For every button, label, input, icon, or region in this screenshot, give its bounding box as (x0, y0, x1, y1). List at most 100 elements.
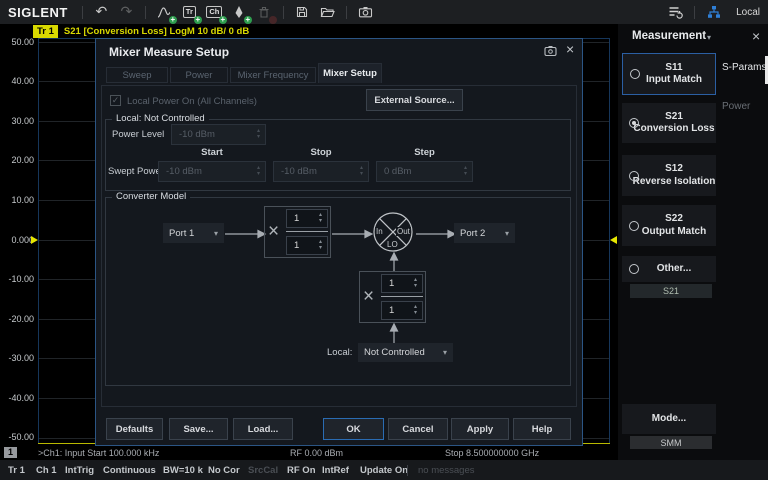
tab-s-params[interactable]: S-Params (722, 62, 766, 73)
status-sweep-mode[interactable]: Continuous (103, 465, 156, 476)
add-trace-icon[interactable]: Tr (179, 2, 200, 22)
defaults-button[interactable]: Defaults (106, 418, 163, 440)
lo-multiplier-denominator-spinner[interactable]: 1 (381, 301, 423, 320)
y-axis-tick: -20.00 (2, 314, 34, 324)
tab-sweep[interactable]: Sweep (106, 67, 168, 83)
status-update[interactable]: Update On (360, 465, 408, 476)
sweep-start-status: >Ch1: Input Start 100.000 kHz (38, 448, 159, 458)
y-axis-tick: 0.000 (2, 235, 34, 245)
cancel-button[interactable]: Cancel (388, 418, 448, 440)
port2-dropdown[interactable]: Port 2 (454, 223, 515, 243)
dialog-screenshot-icon[interactable] (544, 45, 557, 57)
spinner-chevrons-icon[interactable] (409, 278, 422, 289)
spinner-chevrons-icon[interactable] (314, 240, 327, 251)
y-axis-tick: 50.00 (2, 37, 34, 47)
app-screen: SIGLENT Tr Ch (0, 0, 768, 480)
start-column-header: Start (158, 147, 266, 158)
power-level-spinner[interactable]: -10 dBm (171, 124, 266, 145)
chevron-down-icon[interactable] (707, 33, 711, 42)
chevron-down-icon (214, 229, 218, 238)
system-menu-icon[interactable] (665, 2, 686, 22)
toolbar-separator (145, 6, 146, 19)
chevron-down-icon (443, 348, 447, 357)
multiply-icon (268, 222, 279, 241)
trace-format-label[interactable]: S21 [Conversion Loss] LogM 10 dB/ 0 dB (64, 26, 249, 37)
port1-dropdown[interactable]: Port 1 (163, 223, 224, 243)
channel-badge[interactable]: 1 (4, 447, 17, 458)
disabled-badge-icon (269, 16, 277, 24)
local-power-checkbox[interactable] (110, 95, 121, 106)
add-marker-icon[interactable] (229, 2, 250, 22)
swept-power-step-spinner[interactable]: 0 dBm (376, 161, 473, 182)
tab-mixer-setup[interactable]: Mixer Setup (318, 63, 382, 83)
radio-icon (629, 264, 639, 274)
converter-model-title: Converter Model (112, 191, 190, 202)
status-rf[interactable]: RF On (287, 465, 316, 476)
save-icon[interactable] (292, 2, 313, 22)
status-reference[interactable]: IntRef (322, 465, 349, 476)
y-axis-tick: 20.00 (2, 155, 34, 165)
dialog-close-icon[interactable] (566, 42, 574, 56)
add-badge-icon (244, 16, 252, 24)
add-channel-icon[interactable]: Ch (204, 2, 225, 22)
y-axis-tick: 30.00 (2, 116, 34, 126)
spinner-chevrons-icon[interactable] (355, 166, 368, 177)
local-mode-button[interactable]: Local (736, 7, 760, 18)
load-button[interactable]: Load... (233, 418, 293, 440)
sidebar-item-s21[interactable]: S21Conversion Loss (622, 103, 716, 143)
external-source-button[interactable]: External Source... (366, 89, 463, 111)
status-bandwidth[interactable]: BW=10 k (163, 465, 203, 476)
tab-power-sidebar[interactable]: Power (722, 101, 750, 112)
status-channel[interactable]: Ch 1 (36, 465, 57, 476)
bottom-status-bar: Tr 1 Ch 1 IntTrig Continuous BW=10 k No … (0, 460, 768, 480)
status-srccal[interactable]: SrcCal (248, 465, 278, 476)
toolbar-separator (346, 6, 347, 19)
fraction-line (381, 296, 423, 297)
delete-trash-icon[interactable] (254, 2, 275, 22)
tab-power[interactable]: Power (170, 67, 228, 83)
y-axis-tick: -40.00 (2, 393, 34, 403)
tab-mixer-frequency[interactable]: Mixer Frequency (230, 67, 316, 83)
spinner-chevrons-icon[interactable] (459, 166, 472, 177)
mixer-in-label: In (375, 227, 384, 236)
spinner-chevrons-icon[interactable] (252, 166, 265, 177)
help-button[interactable]: Help (513, 418, 571, 440)
network-icon[interactable] (703, 2, 724, 22)
sidebar-item-other[interactable]: Other... (622, 256, 716, 282)
chevron-down-icon (505, 229, 509, 238)
sidebar-item-s22[interactable]: S22Output Match (622, 205, 716, 246)
add-badge-icon (219, 16, 227, 24)
swept-power-start-spinner[interactable]: -10 dBm (158, 161, 266, 182)
spinner-chevrons-icon[interactable] (314, 213, 327, 224)
local-source-dropdown[interactable]: Not Controlled (358, 343, 453, 362)
apply-button[interactable]: Apply (451, 418, 509, 440)
sidebar-close-icon[interactable] (752, 29, 760, 43)
other-selection-button[interactable]: S21 (630, 284, 712, 298)
ok-button[interactable]: OK (323, 418, 384, 440)
spinner-chevrons-icon[interactable] (409, 305, 422, 316)
undo-icon[interactable] (91, 2, 112, 22)
save-button[interactable]: Save... (169, 418, 228, 440)
screenshot-camera-icon[interactable] (355, 2, 376, 22)
sidebar-title[interactable]: Measurement (632, 30, 706, 42)
y-axis-tick: -10.00 (2, 274, 34, 284)
spinner-chevrons-icon[interactable] (252, 129, 265, 140)
mixer-lo-label: LO (386, 240, 399, 249)
rf-multiplier-denominator-spinner[interactable]: 1 (286, 236, 328, 255)
trace-badge[interactable]: Tr 1 (33, 25, 58, 38)
reference-level-marker-left (31, 236, 38, 244)
sidebar-item-s11[interactable]: S11Input Match (622, 53, 716, 95)
open-folder-icon[interactable] (317, 2, 338, 22)
add-trace-curve-icon[interactable] (154, 2, 175, 22)
status-correction[interactable]: No Cor (208, 465, 240, 476)
sidebar-item-s12[interactable]: S12Reverse Isolation (622, 155, 716, 196)
reference-level-marker-right (610, 236, 617, 244)
status-trigger[interactable]: IntTrig (65, 465, 94, 476)
mode-selection-button[interactable]: SMM (630, 436, 712, 449)
lo-multiplier-numerator-spinner[interactable]: 1 (381, 274, 423, 293)
swept-power-stop-spinner[interactable]: -10 dBm (273, 161, 369, 182)
redo-icon[interactable] (116, 2, 137, 22)
mode-button[interactable]: Mode... (622, 404, 716, 434)
status-trace[interactable]: Tr 1 (8, 465, 25, 476)
rf-multiplier-numerator-spinner[interactable]: 1 (286, 209, 328, 228)
